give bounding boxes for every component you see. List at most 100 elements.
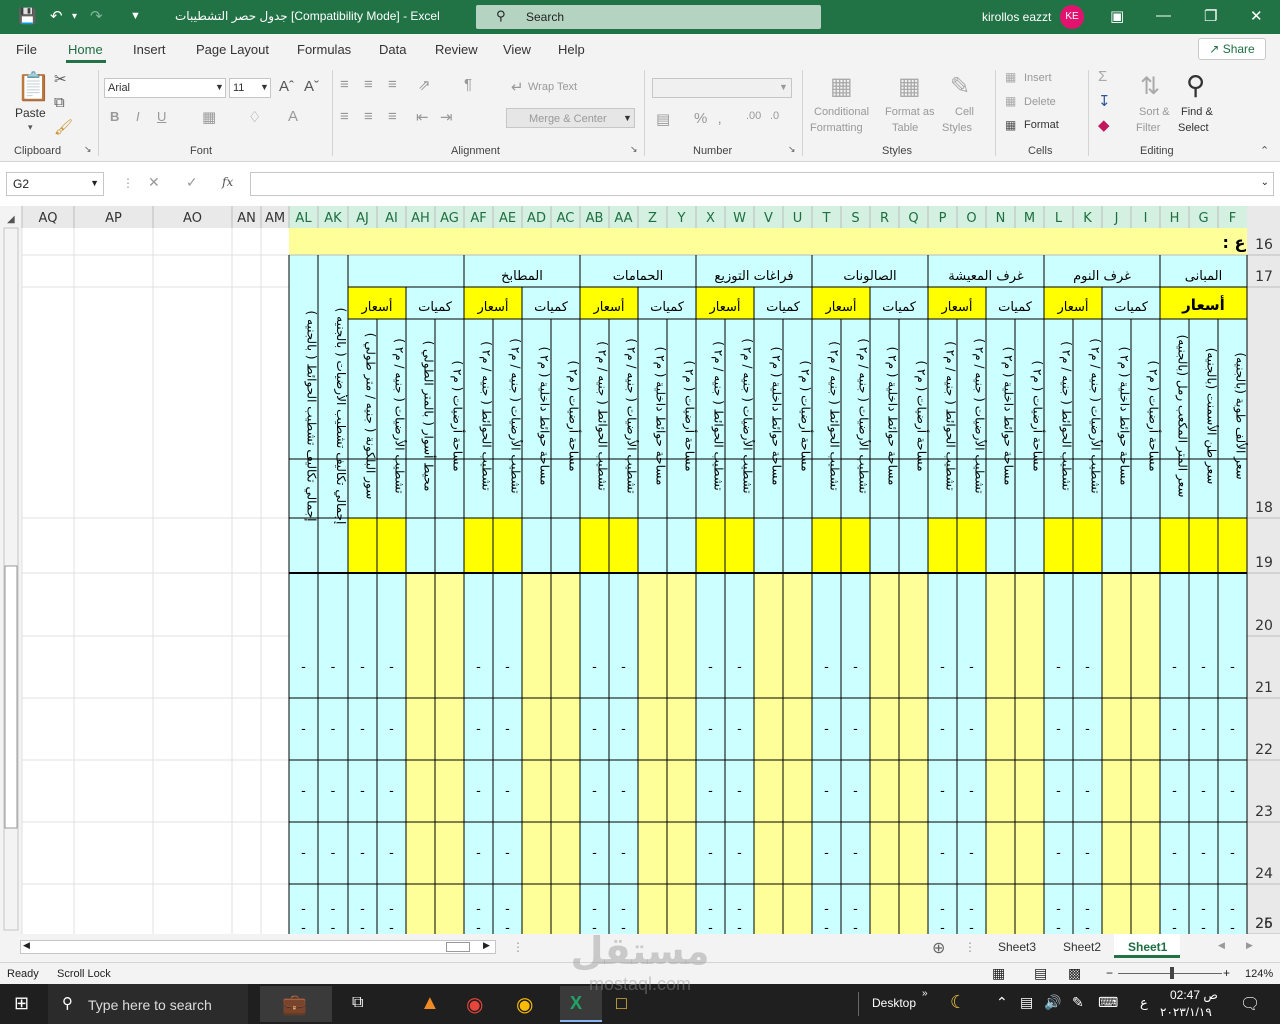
- worksheet-grid[interactable]: AQ AP AO AN AM AL AK AJ AI AH AG AF AE AD AC AB AA Z Y X W V U…: [0, 206, 1280, 934]
- next-sheet-icon[interactable]: ▶: [1246, 940, 1253, 951]
- formula-input[interactable]: ⌄: [250, 172, 1274, 196]
- conditional-formatting-label-1[interactable]: Conditional: [814, 106, 869, 118]
- increase-font-icon[interactable]: Aˆ: [279, 78, 294, 95]
- cell-styles-label-2[interactable]: Styles: [942, 122, 972, 134]
- enter-formula-icon[interactable]: ✓: [186, 174, 198, 191]
- conditional-formatting-label-2[interactable]: Formatting: [810, 122, 863, 134]
- normal-view-icon[interactable]: ▦: [992, 965, 1005, 982]
- file-explorer-icon[interactable]: □: [616, 993, 627, 1014]
- format-painter-icon[interactable]: 🖌: [54, 118, 73, 136]
- input-cell-row20[interactable]: [406, 518, 435, 573]
- decrease-font-icon[interactable]: Aˇ: [304, 78, 319, 95]
- sort-filter-icon[interactable]: ⇅: [1140, 72, 1160, 101]
- cancel-formula-icon[interactable]: ✕: [148, 174, 160, 191]
- sheet-tab-sheet2[interactable]: Sheet2: [1063, 940, 1101, 954]
- input-cell-row20[interactable]: [1102, 518, 1131, 573]
- input-cell-row20[interactable]: [1218, 518, 1247, 573]
- borders-icon[interactable]: ▦: [202, 108, 216, 126]
- tab-data[interactable]: Data: [379, 42, 406, 57]
- sort-filter-label-2[interactable]: Filter: [1136, 122, 1160, 134]
- zoom-in-icon[interactable]: +: [1223, 966, 1230, 980]
- network-icon[interactable]: ▤: [1020, 994, 1033, 1011]
- tab-home[interactable]: Home: [68, 42, 103, 57]
- copy-icon[interactable]: ⧉: [54, 94, 65, 111]
- input-cell-row20[interactable]: [725, 518, 754, 573]
- show-hidden-icons-icon[interactable]: ⌃: [996, 994, 1008, 1011]
- merge-center-button[interactable]: Merge & Center ▼: [506, 108, 635, 128]
- weather-moon-icon[interactable]: ☾: [950, 992, 966, 1013]
- zoom-level[interactable]: 124%: [1245, 968, 1273, 980]
- avatar[interactable]: KE: [1060, 5, 1084, 29]
- zoom-slider-thumb[interactable]: [1170, 967, 1174, 979]
- scroll-thumb[interactable]: [4, 565, 18, 829]
- input-cell-row20[interactable]: [986, 518, 1015, 573]
- input-cell-row20[interactable]: [377, 518, 406, 573]
- tab-file[interactable]: File: [16, 42, 37, 57]
- paste-button[interactable]: Paste: [15, 106, 46, 120]
- tab-help[interactable]: Help: [558, 42, 585, 57]
- chrome-icon[interactable]: ◉: [466, 992, 483, 1017]
- align-left-icon[interactable]: ≡: [340, 108, 349, 125]
- wrap-text-icon[interactable]: ↵: [511, 78, 524, 96]
- insert-cells-button[interactable]: Insert: [1024, 72, 1052, 84]
- clipboard-launcher-icon[interactable]: ↘: [84, 144, 92, 155]
- align-top-icon[interactable]: ≡: [340, 76, 349, 93]
- windows-start-icon[interactable]: ⊞: [14, 993, 29, 1014]
- restore-icon[interactable]: ❐: [1204, 7, 1217, 25]
- input-cell-row20[interactable]: [638, 518, 667, 573]
- input-cell-row20[interactable]: [667, 518, 696, 573]
- clear-icon[interactable]: ◆: [1098, 116, 1110, 134]
- tab-review[interactable]: Review: [435, 42, 478, 57]
- taskbar-excel[interactable]: X: [560, 986, 602, 1022]
- taskbar-app-tile[interactable]: 💼: [260, 986, 332, 1022]
- volume-icon[interactable]: 🔊: [1044, 994, 1061, 1011]
- increase-decimal-icon[interactable]: .00: [746, 110, 761, 122]
- new-sheet-icon[interactable]: ⊕: [932, 938, 945, 958]
- align-bottom-icon[interactable]: ≡: [388, 76, 397, 93]
- font-name-select[interactable]: Arial ▼: [104, 78, 226, 98]
- align-middle-icon[interactable]: ≡: [364, 76, 373, 93]
- minimize-icon[interactable]: —: [1156, 7, 1171, 24]
- insert-cells-icon[interactable]: ▦: [1005, 70, 1016, 84]
- format-as-table-label-1[interactable]: Format as: [885, 106, 935, 118]
- task-view-icon[interactable]: ⧉: [352, 994, 363, 1012]
- scroll-right-icon[interactable]: ▶: [483, 940, 490, 951]
- currency-icon[interactable]: ▤: [656, 110, 670, 128]
- notifications-icon[interactable]: 🗨: [1240, 994, 1260, 1014]
- input-cell-row20[interactable]: [1131, 518, 1160, 573]
- delete-cells-icon[interactable]: ▦: [1005, 94, 1016, 108]
- undo-icon[interactable]: ↶: [50, 7, 63, 25]
- conditional-formatting-icon[interactable]: ▦: [830, 72, 853, 101]
- tab-insert[interactable]: Insert: [133, 42, 166, 57]
- page-break-view-icon[interactable]: ▩: [1068, 965, 1081, 982]
- find-select-label-2[interactable]: Select: [1178, 122, 1209, 134]
- input-cell-row20[interactable]: [812, 518, 841, 573]
- input-cell-row20[interactable]: [1073, 518, 1102, 573]
- cut-icon[interactable]: ✂: [54, 70, 67, 88]
- clock-time[interactable]: 02:47 ص: [1170, 988, 1218, 1002]
- input-cell-row20[interactable]: [551, 518, 580, 573]
- sheet-tab-sheet1[interactable]: Sheet1: [1114, 934, 1180, 958]
- format-as-table-icon[interactable]: ▦: [898, 72, 921, 101]
- taskbar-search[interactable]: ⚲ Type here to search: [48, 984, 248, 1024]
- name-box[interactable]: G2 ▼: [6, 172, 104, 196]
- format-as-table-label-2[interactable]: Table: [892, 122, 918, 134]
- decrease-decimal-icon[interactable]: .0: [770, 110, 779, 122]
- wrap-text-button[interactable]: Wrap Text: [528, 81, 577, 93]
- insert-function-button[interactable]: fx: [222, 175, 233, 189]
- input-cell-row20[interactable]: [522, 518, 551, 573]
- input-cell-row20[interactable]: [841, 518, 870, 573]
- input-cell-row20[interactable]: [899, 518, 928, 573]
- save-icon[interactable]: 💾: [18, 7, 37, 25]
- desktop-toolbar[interactable]: Desktop: [872, 996, 916, 1010]
- sheet-tab-sheet3[interactable]: Sheet3: [998, 940, 1036, 954]
- input-cell-row20[interactable]: [580, 518, 609, 573]
- collapse-ribbon-icon[interactable]: ⌃: [1260, 144, 1269, 157]
- input-cell-row20[interactable]: [754, 518, 783, 573]
- autosum-icon[interactable]: Σ: [1098, 68, 1107, 85]
- worksheet-canvas[interactable]: AQ AP AO AN AM AL AK AJ AI AH AG AF AE AD AC AB AA Z Y X W V U…: [0, 206, 1280, 934]
- undo-dropdown-icon[interactable]: ▾: [72, 11, 77, 22]
- search-box[interactable]: ⚲ Search: [476, 5, 821, 29]
- find-select-icon[interactable]: ⚲: [1186, 70, 1205, 101]
- fill-color-icon[interactable]: ♢: [248, 108, 261, 126]
